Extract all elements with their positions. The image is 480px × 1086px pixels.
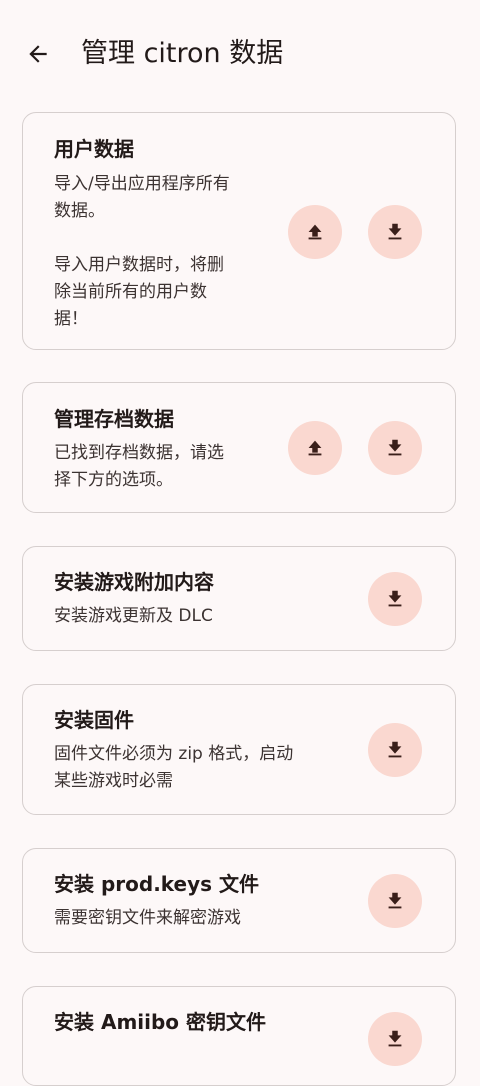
desc-line: 某些游戏时必需: [54, 771, 173, 791]
download-icon: [388, 223, 402, 240]
desc-line: 据！: [54, 309, 88, 329]
card-title: 管理存档数据: [54, 407, 174, 431]
top-app-bar: 管理 citron 数据: [0, 0, 480, 108]
save-data-card: 管理存档数据 已找到存档数据，请选 择下方的选项。: [22, 382, 456, 513]
download-icon: [388, 892, 402, 909]
install-firmware-card: 安装固件 固件文件必须为 zip 格式，启动 某些游戏时必需: [22, 684, 456, 815]
install-addons-card: 安装游戏附加内容 安装游戏更新及 DLC: [22, 546, 456, 651]
desc-line: 导入/导出应用程序所有: [54, 174, 230, 194]
upload-icon: [308, 440, 322, 456]
desc-line: 择下方的选项。: [54, 470, 173, 490]
card-description: 已找到存档数据，请选 择下方的选项。: [54, 440, 224, 494]
back-button[interactable]: [16, 32, 60, 76]
desc-line: 已找到存档数据，请选: [54, 443, 224, 463]
export-save-data-button[interactable]: [288, 421, 342, 475]
install-amiibo-keys-card: 安装 Amiibo 密钥文件: [22, 986, 456, 1086]
desc-line: 导入用户数据时，将删: [54, 255, 224, 275]
card-title: 安装 prod.keys 文件: [54, 872, 260, 896]
download-icon: [388, 590, 402, 607]
card-title: 安装固件: [54, 708, 134, 732]
desc-line: 数据。: [54, 201, 105, 221]
export-user-data-button[interactable]: [288, 205, 342, 259]
desc-line: 除当前所有的用户数: [54, 282, 207, 302]
desc-line: 安装游戏更新及 DLC: [54, 606, 213, 626]
user-data-card: 用户数据 导入/导出应用程序所有 数据。 导入用户数据时，将删 除当前所有的用户…: [22, 112, 456, 350]
card-title: 用户数据: [54, 137, 134, 161]
install-amiibo-keys-button[interactable]: [368, 1012, 422, 1066]
install-addons-button[interactable]: [368, 572, 422, 626]
card-description: 安装游戏更新及 DLC: [54, 603, 213, 630]
desc-spacer: [54, 225, 230, 252]
desc-line: 固件文件必须为 zip 格式，启动: [54, 744, 294, 764]
import-user-data-button[interactable]: [368, 205, 422, 259]
card-description: 固件文件必须为 zip 格式，启动 某些游戏时必需: [54, 741, 293, 795]
install-firmware-button[interactable]: [368, 723, 422, 777]
download-icon: [388, 439, 402, 456]
import-save-data-button[interactable]: [368, 421, 422, 475]
download-icon: [388, 1030, 402, 1047]
card-description: 导入/导出应用程序所有 数据。 导入用户数据时，将删 除当前所有的用户数 据！: [54, 171, 230, 333]
desc-line: 需要密钥文件来解密游戏: [54, 908, 241, 928]
card-description: 需要密钥文件来解密游戏: [54, 905, 241, 932]
install-prod-keys-card: 安装 prod.keys 文件 需要密钥文件来解密游戏: [22, 848, 456, 953]
upload-icon: [308, 224, 322, 240]
install-prod-keys-button[interactable]: [368, 874, 422, 928]
page-title: 管理 citron 数据: [81, 38, 284, 69]
arrow-back-icon: [29, 45, 47, 63]
card-title: 安装游戏附加内容: [54, 570, 214, 594]
download-icon: [388, 741, 402, 758]
card-title: 安装 Amiibo 密钥文件: [54, 1010, 267, 1034]
